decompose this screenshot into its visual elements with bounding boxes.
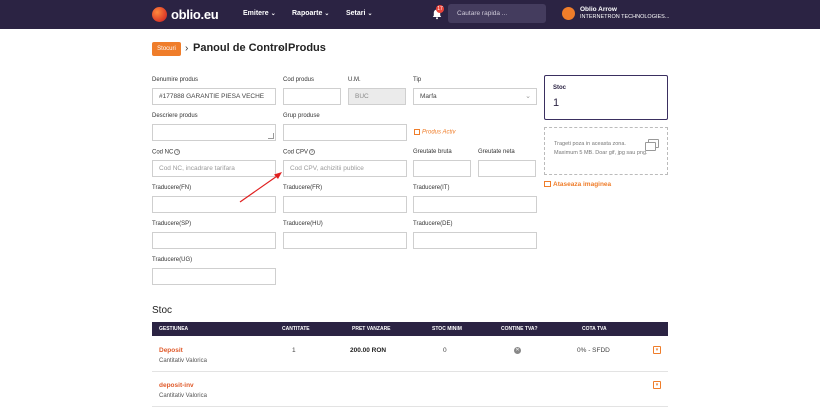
cod-nc-label-text: Cod NC <box>152 149 174 156</box>
grup-label: Grup produse <box>283 113 320 119</box>
menu-rapoarte-label: Rapoarte <box>292 10 323 17</box>
descriere-label: Descriere produs <box>152 113 198 119</box>
stoc-summary-value: 1 <box>553 97 560 109</box>
expand-icon[interactable]: ▾ <box>653 346 661 354</box>
chevron-down-icon: ⌄ <box>367 11 373 17</box>
traducere-de-label: Traducere(DE) <box>413 221 453 227</box>
image-dropzone[interactable]: Trageti poza in aceasta zona. Maximum 5 … <box>544 127 668 175</box>
grup-input[interactable] <box>283 124 407 141</box>
traducere-ug-input[interactable] <box>152 268 276 285</box>
greutate-bruta-label: Greutate bruta <box>413 149 452 155</box>
greutate-neta-label: Greutate neta <box>478 149 515 155</box>
traducere-hu-label: Traducere(HU) <box>283 221 323 227</box>
chevron-down-icon: ⌄ <box>270 11 276 17</box>
breadcrumb-separator: › <box>185 43 189 54</box>
um-input: BUC <box>348 88 406 105</box>
traducere-sp-input[interactable] <box>152 232 276 249</box>
chevron-down-icon: ⌄ <box>525 93 531 100</box>
menu-emitere-label: Emitere <box>243 10 269 17</box>
cota-tva-value: 0% - SFDD <box>577 347 610 354</box>
breadcrumb-stocuri-badge[interactable]: Stocuri <box>152 42 181 56</box>
quick-search-input[interactable]: Cautare rapida ... <box>448 4 546 23</box>
traducere-fr-input[interactable] <box>283 196 407 213</box>
gestiune-name-link[interactable]: deposit-inv <box>159 382 194 389</box>
produs-activ-checkbox[interactable]: Produs Activ <box>414 129 455 136</box>
denumire-input[interactable]: #177888 GARANTIE PIESA VECHE <box>152 88 276 105</box>
greutate-neta-input[interactable] <box>478 160 536 177</box>
cantitate-value: 1 <box>292 347 296 354</box>
col-gestiunea: GESTIUNEA <box>159 326 189 332</box>
um-label: U.M. <box>348 77 361 83</box>
cod-cpv-label-text: Cod CPV <box>283 149 309 156</box>
chevron-down-icon: ⌄ <box>324 11 330 17</box>
notification-badge: 17 <box>436 5 444 13</box>
expand-icon[interactable]: ▾ <box>653 381 661 389</box>
pret-value: 200.00 RON <box>350 347 387 354</box>
attach-image-link[interactable]: Ataseaza imaginea <box>544 181 611 188</box>
dropzone-line1: Trageti poza in aceasta zona. <box>554 141 626 147</box>
user-company: INTERNETRON TECHNOLOGIES... <box>580 14 670 20</box>
traducere-it-label: Traducere(IT) <box>413 185 450 191</box>
traducere-fr-label: Traducere(FR) <box>283 185 323 191</box>
stoc-minim-value: 0 <box>443 347 447 354</box>
table-row: deposit-inv Cantitativ Valorica ▾ <box>152 373 668 407</box>
stock-section-title: Stoc <box>152 305 173 316</box>
cod-cpv-label: Cod CPV? <box>283 149 316 156</box>
dropzone-text: Trageti poza in aceasta zona. Maximum 5 … <box>554 140 648 158</box>
col-pret-vanzare: PRET VANZARE <box>352 326 391 332</box>
stoc-summary-box: Stoc 1 <box>544 75 668 120</box>
cod-cpv-input[interactable]: Cod CPV, achizitii publice <box>283 160 407 177</box>
col-contine-tva: CONTINE TVA? <box>501 326 538 332</box>
greutate-bruta-input[interactable] <box>413 160 471 177</box>
tip-select-value: Marfa <box>420 93 437 100</box>
menu-emitere[interactable]: Emitere ⌄ <box>243 10 276 17</box>
traducere-hu-input[interactable] <box>283 232 407 249</box>
tip-label: Tip <box>413 77 422 83</box>
traducere-it-input[interactable] <box>413 196 537 213</box>
logo-text: oblio.eu <box>171 7 219 22</box>
produs-activ-label: Produs Activ <box>422 129 456 136</box>
x-circle-icon: ✕ <box>514 347 521 354</box>
table-row: Deposit Cantitativ Valorica 1 200.00 RON… <box>152 338 668 372</box>
traducere-ug-label: Traducere(UG) <box>152 257 193 263</box>
cod-nc-label: Cod NC? <box>152 149 181 156</box>
cod-produs-label: Cod produs <box>283 77 315 83</box>
top-navbar: oblio.eu Emitere ⌄ Rapoarte ⌄ Setari ⌄ 17 C… <box>0 0 820 29</box>
traducere-fn-label: Traducere(FN) <box>152 185 192 191</box>
gestiune-type: Cantitativ Valorica <box>159 358 207 364</box>
col-cantitate: CANTITATE <box>282 326 310 332</box>
cod-produs-input[interactable] <box>283 88 341 105</box>
attach-image-label: Ataseaza imaginea <box>553 181 612 188</box>
avatar[interactable] <box>562 7 575 20</box>
user-name[interactable]: Oblio Arrow <box>580 6 617 13</box>
image-icon <box>645 142 656 151</box>
help-icon[interactable]: ? <box>174 149 181 155</box>
gestiune-type: Cantitativ Valorica <box>159 393 207 399</box>
dropzone-line2: Maximum 5 MB. Doar gif, jpg sau png. <box>554 150 648 156</box>
menu-setari[interactable]: Setari ⌄ <box>346 10 373 17</box>
logo-mark-icon <box>152 7 167 22</box>
menu-setari-label: Setari <box>346 10 366 17</box>
tip-select[interactable]: Marfa ⌄ <box>413 88 537 105</box>
gestiune-name-link[interactable]: Deposit <box>159 347 183 354</box>
traducere-sp-label: Traducere(SP) <box>152 221 192 227</box>
annotation-arrow <box>239 172 282 203</box>
denumire-label: Denumire produs <box>152 77 199 83</box>
traducere-de-input[interactable] <box>413 232 537 249</box>
col-cota-tva: COTA TVA <box>582 326 607 332</box>
breadcrumb-panoul[interactable]: Panoul de Control <box>193 42 288 54</box>
descriere-textarea[interactable] <box>152 124 276 141</box>
menu-rapoarte[interactable]: Rapoarte ⌄ <box>292 10 329 17</box>
checkbox-icon <box>414 129 420 135</box>
stoc-summary-label: Stoc <box>553 85 567 91</box>
stock-table-header: GESTIUNEA CANTITATE PRET VANZARE STOC MI… <box>152 322 668 336</box>
image-icon <box>544 181 551 188</box>
breadcrumb-produs: Produs <box>288 42 326 54</box>
help-icon[interactable]: ? <box>309 149 316 155</box>
oblio-logo[interactable]: oblio.eu <box>152 6 219 23</box>
col-stoc-minim: STOC MINIM <box>432 326 462 332</box>
breadcrumb-separator: › <box>279 43 283 54</box>
